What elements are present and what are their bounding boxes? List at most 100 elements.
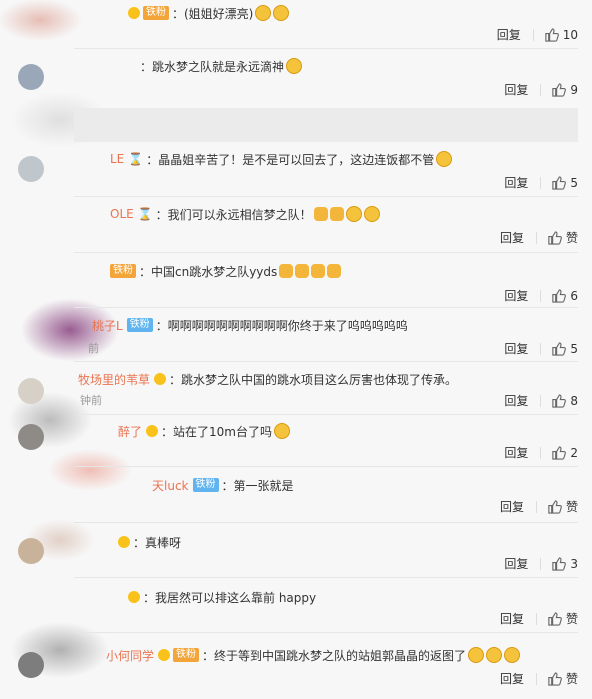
like-button[interactable]: 10 bbox=[544, 27, 578, 42]
emoji-icon bbox=[468, 647, 485, 663]
reply-button[interactable]: 回复 bbox=[504, 392, 528, 409]
like-count: 5 bbox=[570, 341, 578, 356]
thumbs-up-emoji-icon bbox=[327, 264, 342, 278]
emoji-icon bbox=[486, 647, 503, 663]
reply-button[interactable]: 回复 bbox=[500, 670, 524, 687]
emoji-icon bbox=[436, 151, 453, 167]
avatar[interactable] bbox=[18, 156, 44, 182]
separator bbox=[540, 176, 542, 189]
comment-text: ：我居然可以排这么靠前 happy bbox=[143, 590, 317, 605]
like-count: 10 bbox=[562, 27, 578, 42]
like-button[interactable]: 赞 bbox=[547, 229, 578, 246]
like-count: 赞 bbox=[565, 612, 578, 626]
reply-button[interactable]: 回复 bbox=[504, 340, 528, 357]
divider bbox=[74, 307, 578, 308]
like-button[interactable]: 5 bbox=[551, 341, 578, 356]
like-button[interactable]: 8 bbox=[551, 393, 578, 408]
reply-button[interactable]: 回复 bbox=[497, 26, 521, 43]
comment-line: 桃子L 铁粉 ：啊啊啊啊啊啊啊啊啊啊你终于来了呜呜呜呜呜 bbox=[92, 314, 408, 336]
reply-button[interactable]: 回复 bbox=[500, 498, 524, 515]
vip-icon bbox=[118, 536, 130, 548]
emoji-icon bbox=[286, 58, 303, 74]
comment-line: LE ⌛ ：晶晶姐辛苦了！是不是可以回去了，这边连饭都不管 bbox=[110, 148, 453, 170]
like-button[interactable]: 9 bbox=[551, 82, 578, 97]
divider bbox=[74, 632, 578, 633]
fan-badge: 铁粉 bbox=[173, 648, 200, 662]
like-count: 2 bbox=[570, 445, 578, 460]
timestamp: 钟前 bbox=[80, 394, 102, 407]
like-button[interactable]: 2 bbox=[551, 445, 578, 460]
vip-icon bbox=[146, 425, 159, 437]
thumbs-up-emoji-icon bbox=[313, 207, 328, 221]
comment-text: ：终于等到中国跳水梦之队的站姐郭晶晶的返图了 bbox=[202, 648, 467, 663]
like-button[interactable]: 赞 bbox=[547, 498, 578, 515]
emoji-icon bbox=[255, 5, 272, 21]
comment-line: ：真棒呀 bbox=[118, 531, 181, 553]
comment-line: 牧场里的苇草 ：跳水梦之队中国的跳水项目这么厉害也体现了传承。 bbox=[78, 368, 457, 390]
reply-button[interactable]: 回复 bbox=[500, 229, 524, 246]
like-count: 赞 bbox=[565, 500, 578, 514]
comment-text: ：(姐姐好漂亮) bbox=[172, 6, 254, 21]
separator bbox=[540, 557, 542, 570]
vip-icon bbox=[128, 591, 140, 603]
fan-badge: 铁粉 bbox=[192, 478, 219, 492]
avatar[interactable] bbox=[18, 378, 44, 404]
comment-line: 醉了 ：站在了10m台了吗 bbox=[118, 420, 290, 442]
comment-line: 铁粉 ：中国cn跳水梦之队yyds bbox=[110, 260, 342, 282]
like-button[interactable]: 3 bbox=[551, 556, 578, 571]
username[interactable]: LE bbox=[110, 152, 124, 166]
avatar[interactable] bbox=[18, 424, 44, 450]
username[interactable]: 天luck bbox=[152, 477, 189, 494]
reply-button[interactable]: 回复 bbox=[504, 287, 528, 304]
reply-button[interactable]: 回复 bbox=[504, 81, 528, 98]
avatar[interactable] bbox=[18, 538, 44, 564]
timestamp: 前 bbox=[88, 342, 99, 355]
like-count: 3 bbox=[570, 556, 578, 571]
like-button[interactable]: 6 bbox=[551, 288, 578, 303]
thumbs-up-icon bbox=[548, 612, 562, 626]
divider bbox=[74, 466, 578, 467]
username[interactable]: 醉了 bbox=[118, 423, 142, 440]
separator bbox=[540, 83, 542, 96]
like-count: 9 bbox=[570, 82, 578, 97]
thumbs-up-icon bbox=[552, 289, 567, 303]
username[interactable]: 小何同学 bbox=[106, 647, 154, 664]
thumbs-up-icon bbox=[548, 500, 562, 514]
username[interactable]: 桃子L bbox=[92, 317, 123, 334]
separator bbox=[540, 342, 542, 355]
thumbs-up-icon bbox=[552, 83, 567, 97]
avatar[interactable] bbox=[18, 652, 44, 678]
hourglass-icon: ⌛ bbox=[137, 207, 153, 221]
reply-button[interactable]: 回复 bbox=[504, 555, 528, 572]
like-button[interactable]: 赞 bbox=[547, 610, 578, 627]
divider bbox=[74, 252, 578, 253]
vip-icon bbox=[154, 373, 167, 385]
comment-line: ：我居然可以排这么靠前 happy bbox=[128, 586, 316, 608]
like-count: 5 bbox=[570, 175, 578, 190]
thumbs-up-emoji-icon bbox=[279, 264, 294, 278]
like-button[interactable]: 赞 bbox=[547, 670, 578, 687]
thumbs-up-icon bbox=[548, 231, 562, 245]
reply-button[interactable]: 回复 bbox=[500, 610, 524, 627]
username[interactable]: 牧场里的苇草 bbox=[78, 371, 150, 388]
separator bbox=[540, 394, 542, 407]
thumbs-up-emoji-icon bbox=[311, 264, 326, 278]
comment-text: ：晶晶姐辛苦了！是不是可以回去了，这边连饭都不管 bbox=[146, 152, 435, 167]
separator bbox=[535, 612, 537, 625]
comment-line: ：跳水梦之队就是永远滴神 bbox=[140, 55, 303, 77]
emoji-icon bbox=[273, 5, 290, 21]
emoji-icon bbox=[273, 423, 290, 439]
thumbs-up-emoji-icon bbox=[329, 207, 344, 221]
like-button[interactable]: 5 bbox=[551, 175, 578, 190]
reply-button[interactable]: 回复 bbox=[504, 174, 528, 191]
separator bbox=[535, 672, 537, 685]
comment-text: ：第一张就是 bbox=[221, 478, 294, 493]
thumbs-up-icon bbox=[552, 342, 567, 356]
fan-badge: 铁粉 bbox=[110, 264, 136, 278]
reply-button[interactable]: 回复 bbox=[504, 444, 528, 461]
avatar[interactable] bbox=[18, 64, 44, 90]
username[interactable]: OLE bbox=[110, 207, 134, 221]
thumbs-up-icon bbox=[548, 672, 562, 686]
comment-text: ：我们可以永远相信梦之队！ bbox=[155, 207, 312, 222]
comment-line: OLE ⌛ ：我们可以永远相信梦之队！ bbox=[110, 203, 380, 225]
